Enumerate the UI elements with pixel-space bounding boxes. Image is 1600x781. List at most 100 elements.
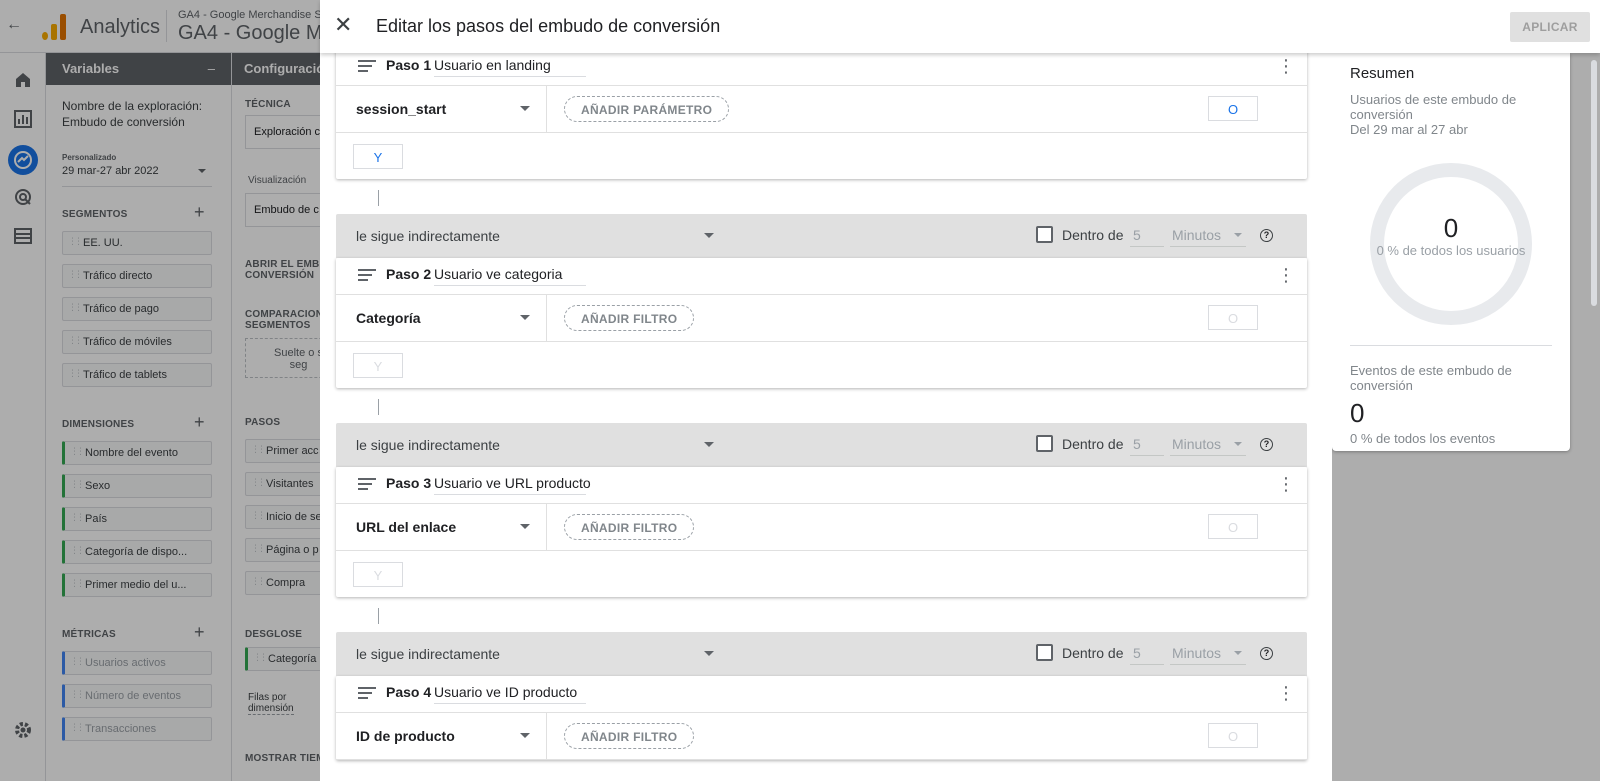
chevron-down-icon[interactable]: [520, 106, 530, 111]
divider: [546, 504, 547, 550]
step-card: Paso 1 Usuario en landing ⋮ session_star…: [336, 53, 1307, 179]
and-button[interactable]: Y: [353, 144, 403, 169]
summary-date: Del 29 mar al 27 abr: [1350, 122, 1468, 137]
drag-handle-icon[interactable]: [358, 687, 376, 699]
step-condition-row: ID de producto AÑADIR FILTRO O: [336, 713, 1307, 760]
step-connector: [378, 190, 379, 206]
close-icon[interactable]: ✕: [334, 14, 352, 36]
add-filter-button[interactable]: AÑADIR FILTRO: [564, 514, 695, 540]
within-checkbox[interactable]: [1036, 435, 1053, 452]
chevron-down-icon[interactable]: [704, 651, 714, 656]
summary-card: Resumen Usuarios de este embudo de conve…: [1332, 53, 1570, 451]
step-card: Paso 2 Usuario ve categoria ⋮ Categoría …: [336, 258, 1307, 388]
dialog-body: Paso 1 Usuario en landing ⋮ session_star…: [320, 53, 1332, 781]
drag-handle-icon[interactable]: [358, 269, 376, 281]
sequence-select[interactable]: le sigue indirectamente: [356, 646, 500, 662]
step-connector: [378, 608, 379, 624]
step-condition-row: Categoría AÑADIR FILTRO O: [336, 295, 1307, 342]
add-filter-button[interactable]: AÑADIR FILTRO: [564, 723, 695, 749]
chevron-down-icon[interactable]: [520, 733, 530, 738]
step-and-row: Y: [336, 551, 1307, 597]
step-card: Paso 4 Usuario ve ID producto ⋮ ID de pr…: [336, 676, 1307, 760]
within-label: Dentro de: [1062, 645, 1124, 661]
summary-events-value: 0: [1350, 398, 1365, 428]
or-button[interactable]: O: [1208, 723, 1258, 748]
drag-handle-icon[interactable]: [358, 60, 376, 72]
within-value-input[interactable]: 5: [1130, 645, 1164, 665]
within-unit-select[interactable]: Minutos: [1170, 645, 1246, 665]
summary-events-percent: 0 % de todos los eventos: [1350, 431, 1496, 446]
step-name-input[interactable]: Usuario ve categoria: [434, 266, 586, 286]
divider: [546, 295, 547, 341]
summary-title: Resumen: [1350, 65, 1415, 82]
chevron-down-icon[interactable]: [704, 233, 714, 238]
help-icon[interactable]: ?: [1260, 647, 1273, 660]
chevron-down-icon[interactable]: [1234, 233, 1242, 237]
condition-select[interactable]: URL del enlace: [356, 519, 456, 535]
step-number: Paso 4: [386, 684, 432, 700]
step-card: Paso 3 Usuario ve URL producto ⋮ URL del…: [336, 467, 1307, 597]
chevron-down-icon[interactable]: [1234, 651, 1242, 655]
condition-select[interactable]: Categoría: [356, 310, 421, 326]
sequence-bar: le sigue indirectamente Dentro de 5 Minu…: [336, 214, 1307, 258]
summary-events-label: Eventos de este embudo de conversión: [1350, 363, 1512, 393]
step-number: Paso 3: [386, 475, 432, 491]
within-unit-select[interactable]: Minutos: [1170, 227, 1246, 247]
or-button[interactable]: O: [1208, 305, 1258, 330]
more-vert-icon[interactable]: ⋮: [1277, 56, 1295, 76]
chevron-down-icon[interactable]: [520, 315, 530, 320]
summary-divider: [1350, 345, 1552, 346]
step-condition-row: URL del enlace AÑADIR FILTRO O: [336, 504, 1307, 551]
condition-select[interactable]: ID de producto: [356, 728, 455, 744]
chevron-down-icon[interactable]: [1234, 442, 1242, 446]
dialog-title: Editar los pasos del embudo de conversió…: [376, 16, 721, 36]
within-label: Dentro de: [1062, 436, 1124, 452]
more-vert-icon[interactable]: ⋮: [1277, 265, 1295, 285]
and-button[interactable]: Y: [353, 562, 403, 587]
step-name-input[interactable]: Usuario en landing: [434, 57, 586, 77]
help-icon[interactable]: ?: [1260, 438, 1273, 451]
step-header: Paso 4 Usuario ve ID producto ⋮: [336, 676, 1307, 713]
apply-button[interactable]: APLICAR: [1510, 12, 1590, 42]
divider: [546, 86, 547, 132]
step-and-row: Y: [336, 342, 1307, 388]
step-name-input[interactable]: Usuario ve ID producto: [434, 684, 586, 704]
within-unit-select[interactable]: Minutos: [1170, 436, 1246, 456]
step-header: Paso 3 Usuario ve URL producto ⋮: [336, 467, 1307, 504]
step-number: Paso 1: [386, 57, 432, 73]
sequence-select[interactable]: le sigue indirectamente: [356, 228, 500, 244]
sequence-bar: le sigue indirectamente Dentro de 5 Minu…: [336, 423, 1307, 467]
chevron-down-icon[interactable]: [704, 442, 714, 447]
within-value-input[interactable]: 5: [1130, 227, 1164, 247]
condition-select[interactable]: session_start: [356, 101, 446, 117]
step-and-row: Y: [336, 133, 1307, 179]
or-button[interactable]: O: [1208, 514, 1258, 539]
sequence-bar: le sigue indirectamente Dentro de 5 Minu…: [336, 632, 1307, 676]
add-parameter-button[interactable]: AÑADIR PARÁMETRO: [564, 96, 730, 122]
step-condition-row: session_start AÑADIR PARÁMETRO O: [336, 86, 1307, 133]
within-checkbox[interactable]: [1036, 644, 1053, 661]
step-name-input[interactable]: Usuario ve URL producto: [434, 475, 591, 495]
and-button[interactable]: Y: [353, 353, 403, 378]
summary-users-percent: 0 % de todos los usuarios: [1376, 243, 1526, 258]
summary-users-label: Usuarios de este embudo de conversión: [1350, 92, 1517, 122]
within-label: Dentro de: [1062, 227, 1124, 243]
more-vert-icon[interactable]: ⋮: [1277, 683, 1295, 703]
within-checkbox[interactable]: [1036, 226, 1053, 243]
step-header: Paso 2 Usuario ve categoria ⋮: [336, 258, 1307, 295]
more-vert-icon[interactable]: ⋮: [1277, 474, 1295, 494]
chevron-down-icon[interactable]: [520, 524, 530, 529]
dialog-header: ✕ Editar los pasos del embudo de convers…: [320, 0, 1600, 53]
step-number: Paso 2: [386, 266, 432, 282]
scrollbar[interactable]: [1591, 60, 1597, 306]
step-connector: [378, 399, 379, 415]
drag-handle-icon[interactable]: [358, 478, 376, 490]
divider: [546, 713, 547, 759]
step-header: Paso 1 Usuario en landing ⋮: [336, 53, 1307, 86]
add-filter-button[interactable]: AÑADIR FILTRO: [564, 305, 695, 331]
within-value-input[interactable]: 5: [1130, 436, 1164, 456]
or-button[interactable]: O: [1208, 96, 1258, 121]
sequence-select[interactable]: le sigue indirectamente: [356, 437, 500, 453]
help-icon[interactable]: ?: [1260, 229, 1273, 242]
summary-users-value: 0: [1443, 213, 1459, 243]
